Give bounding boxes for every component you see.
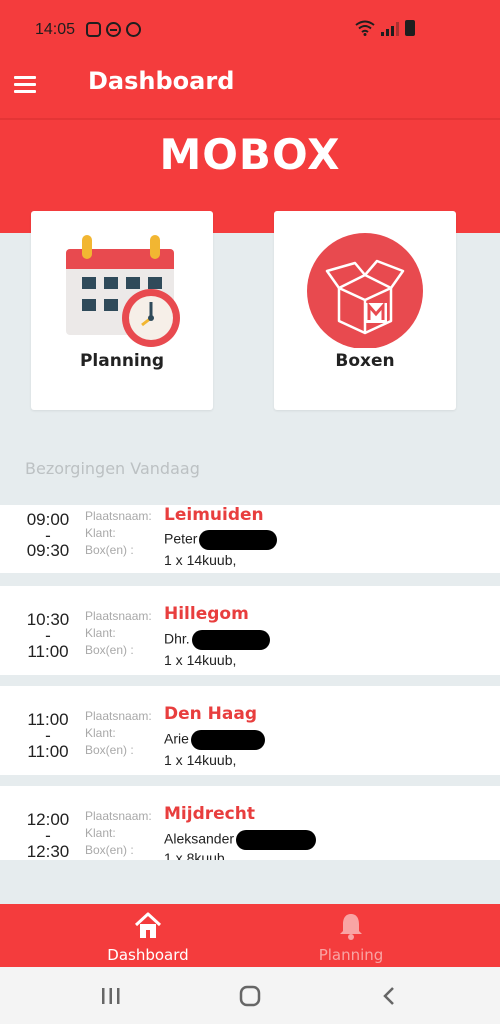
planning-card[interactable]: Planning bbox=[31, 211, 213, 410]
delivery-item[interactable]: 11:00 - 11:00 Plaatsnaam: Klant: Box(en)… bbox=[0, 686, 500, 775]
hamburger-menu-icon[interactable] bbox=[14, 73, 38, 97]
bottom-navigation: Dashboard Planning bbox=[0, 904, 500, 967]
status-notification-icons bbox=[86, 22, 141, 37]
nav-dashboard[interactable]: Dashboard bbox=[88, 912, 208, 964]
recents-icon[interactable] bbox=[99, 985, 123, 1007]
delivery-item[interactable]: 12:00 - 12:30 Plaatsnaam: Klant: Box(en)… bbox=[0, 786, 500, 860]
brand-title: MOBOX bbox=[159, 130, 341, 179]
bell-icon bbox=[340, 914, 362, 940]
delivery-boxes: 1 x 14kuub, bbox=[164, 652, 237, 668]
nav-dashboard-label: Dashboard bbox=[107, 946, 189, 964]
client-label: Klant: bbox=[85, 626, 116, 640]
calendar-clock-icon bbox=[66, 235, 180, 347]
app-bar: Dashboard bbox=[0, 60, 500, 118]
delivery-place: Leimuiden bbox=[164, 505, 264, 525]
delivery-field-labels: Plaatsnaam: Klant: Box(en) : bbox=[85, 808, 152, 859]
wifi-icon bbox=[355, 20, 375, 36]
delivery-client: Arie bbox=[164, 730, 265, 750]
delivery-client: Peter bbox=[164, 530, 278, 550]
delivery-client: Aleksander bbox=[164, 830, 317, 850]
delivery-boxes: 1 x 14kuub, bbox=[164, 752, 237, 768]
redaction-bar bbox=[199, 530, 278, 550]
place-label: Plaatsnaam: bbox=[85, 509, 152, 523]
back-icon[interactable] bbox=[378, 985, 402, 1007]
delivery-field-labels: Plaatsnaam: Klant: Box(en) : bbox=[85, 708, 152, 759]
home-circle-icon[interactable] bbox=[238, 985, 262, 1007]
page-title: Dashboard bbox=[88, 67, 235, 95]
delivery-item[interactable]: 09:00 - 09:30 Plaatsnaam: Klant: Box(en)… bbox=[0, 505, 500, 573]
section-title: Bezorgingen Vandaag bbox=[25, 459, 200, 478]
delivery-place: Hillegom bbox=[164, 604, 249, 624]
planning-card-label: Planning bbox=[79, 351, 165, 371]
delivery-client-name: Dhr. bbox=[164, 630, 190, 647]
client-label: Klant: bbox=[85, 726, 116, 740]
boxen-card[interactable]: Boxen bbox=[274, 211, 456, 410]
delivery-end-time: 11:00 bbox=[27, 742, 69, 761]
delivery-client-name: Arie bbox=[164, 730, 189, 747]
boxes-label: Box(en) : bbox=[85, 843, 134, 857]
battery-charging-icon bbox=[405, 20, 415, 36]
delivery-field-labels: Plaatsnaam: Klant: Box(en) : bbox=[85, 508, 152, 559]
delivery-list[interactable]: 09:00 - 09:30 Plaatsnaam: Klant: Box(en)… bbox=[0, 505, 500, 860]
boxes-label: Box(en) : bbox=[85, 743, 134, 757]
boxes-label: Box(en) : bbox=[85, 543, 134, 557]
spotify-icon bbox=[126, 22, 141, 37]
delivery-item[interactable]: 10:30 - 11:00 Plaatsnaam: Klant: Box(en)… bbox=[0, 586, 500, 675]
place-label: Plaatsnaam: bbox=[85, 709, 152, 723]
delivery-field-labels: Plaatsnaam: Klant: Box(en) : bbox=[85, 608, 152, 659]
system-navigation-bar bbox=[0, 967, 500, 1024]
delivery-end-time: 11:00 bbox=[27, 642, 69, 661]
boxes-label: Box(en) : bbox=[85, 643, 134, 657]
delivery-boxes: 1 x 8kuub, bbox=[164, 850, 229, 860]
mobox-box-icon bbox=[307, 233, 423, 348]
status-time: 14:05 bbox=[35, 21, 76, 38]
delivery-client-name: Peter bbox=[164, 530, 198, 547]
place-label: Plaatsnaam: bbox=[85, 609, 152, 623]
do-not-disturb-icon bbox=[106, 22, 121, 37]
delivery-place: Mijdrecht bbox=[164, 804, 255, 824]
redaction-bar bbox=[191, 630, 270, 650]
delivery-client-name: Aleksander bbox=[164, 830, 235, 847]
delivery-end-time: 09:30 bbox=[26, 541, 70, 560]
signal-icon bbox=[381, 20, 399, 36]
delivery-place: Den Haag bbox=[164, 704, 258, 724]
client-label: Klant: bbox=[85, 526, 116, 540]
client-label: Klant: bbox=[85, 826, 116, 840]
delivery-client: Dhr. bbox=[164, 630, 270, 650]
status-system-icons bbox=[355, 20, 415, 36]
delivery-boxes: 1 x 14kuub, bbox=[164, 552, 237, 568]
delivery-end-time: 12:30 bbox=[26, 842, 70, 860]
place-label: Plaatsnaam: bbox=[85, 809, 152, 823]
nav-planning[interactable]: Planning bbox=[291, 912, 411, 964]
instagram-icon bbox=[86, 22, 101, 37]
redaction-bar bbox=[236, 830, 317, 850]
home-icon bbox=[134, 912, 162, 938]
nav-planning-label: Planning bbox=[318, 946, 384, 964]
status-bar: 14:05 bbox=[0, 0, 500, 60]
boxen-card-label: Boxen bbox=[335, 351, 395, 371]
redaction-bar bbox=[190, 730, 265, 750]
